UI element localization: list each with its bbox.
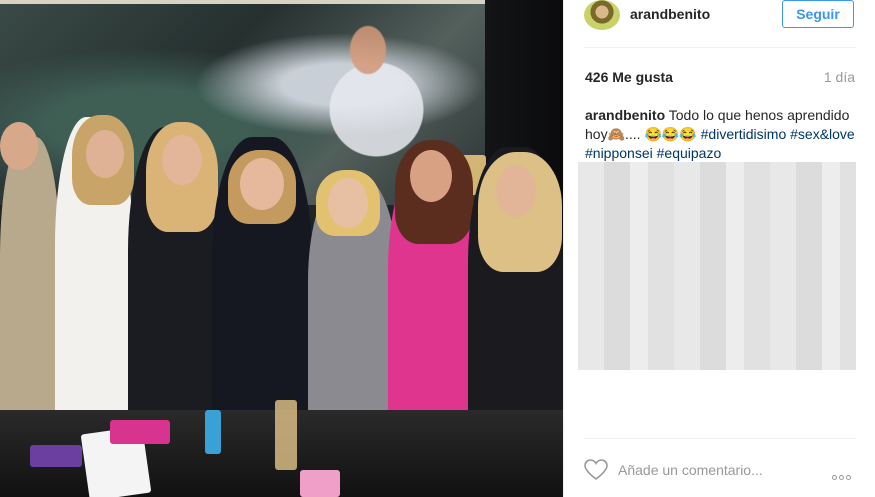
caption-username[interactable]: arandbenito bbox=[585, 107, 665, 123]
person-6-head bbox=[410, 150, 452, 202]
table-item bbox=[110, 420, 170, 444]
post-sidebar: arandbenito Seguir 426 Me gusta 1 día ar… bbox=[564, 0, 875, 497]
hashtag[interactable]: #sex&love bbox=[790, 126, 855, 142]
hashtag[interactable]: #divertidisimo bbox=[701, 126, 787, 142]
comment-input[interactable] bbox=[618, 459, 818, 481]
heart-icon[interactable] bbox=[584, 459, 608, 481]
person-1 bbox=[0, 137, 60, 437]
blurred-comments bbox=[578, 162, 856, 370]
likes-count[interactable]: 426 Me gusta bbox=[585, 69, 673, 85]
hashtag[interactable]: #nipponsei bbox=[585, 145, 653, 161]
table-item bbox=[205, 410, 221, 454]
person-2-head bbox=[86, 130, 124, 178]
person-3-head bbox=[162, 135, 202, 185]
caption: arandbenito Todo lo que henos aprendido … bbox=[585, 106, 860, 163]
post-header bbox=[584, 0, 856, 48]
person-5-head bbox=[328, 178, 368, 228]
more-options-icon[interactable] bbox=[832, 467, 856, 480]
person-7-head bbox=[496, 165, 536, 217]
person-4-head bbox=[240, 158, 284, 210]
table-item bbox=[300, 470, 340, 497]
person-1-head bbox=[0, 122, 38, 170]
comment-bar bbox=[584, 438, 856, 497]
table-item bbox=[275, 400, 297, 470]
post-time[interactable]: 1 día bbox=[796, 69, 855, 85]
post-photo[interactable] bbox=[0, 0, 563, 497]
hashtag[interactable]: #equipazo bbox=[657, 145, 722, 161]
table-item bbox=[30, 445, 82, 467]
